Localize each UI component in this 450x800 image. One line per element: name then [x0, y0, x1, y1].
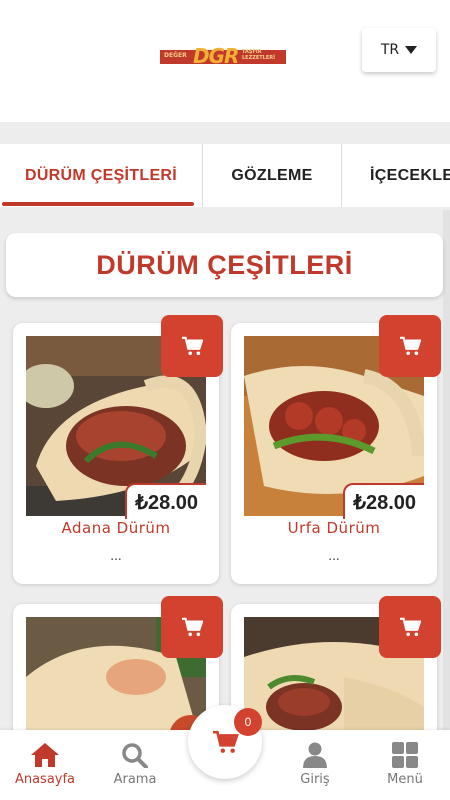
product-name[interactable]: Urfa Dürüm: [231, 519, 437, 537]
home-icon: [31, 743, 59, 767]
nav-home[interactable]: Anasayfa: [0, 730, 90, 800]
add-to-cart-button[interactable]: [379, 315, 441, 377]
logo-text-bottom: TAŞFIR LEZZETLERİ: [242, 49, 275, 61]
nav-search[interactable]: Arama: [90, 730, 180, 800]
tab-icecekler[interactable]: İÇECEKLE: [342, 144, 450, 207]
logo-monogram: DGR: [193, 44, 239, 68]
add-to-cart-button[interactable]: [161, 596, 223, 658]
cart-count-badge: 0: [234, 708, 262, 736]
cart-icon: [400, 617, 421, 637]
tab-durum-cesitleri[interactable]: DÜRÜM ÇEŞİTLERİ: [0, 144, 202, 207]
product-card[interactable]: ₺28.00 Adana Dürüm ...: [13, 315, 223, 584]
cart-icon: [213, 730, 239, 753]
cart-icon: [182, 336, 203, 356]
nav-label: Giriş: [300, 772, 330, 787]
nav-menu[interactable]: Menü: [360, 730, 450, 800]
language-label: TR: [380, 42, 400, 58]
active-tab-indicator: [2, 202, 194, 206]
logo-text-top: DEĞER: [164, 52, 187, 59]
language-selector[interactable]: TR: [362, 28, 436, 72]
product-price: ₺28.00: [125, 483, 206, 519]
nav-label: Arama: [113, 772, 157, 787]
nav-label: Anasayfa: [14, 772, 76, 787]
grid-icon: [392, 742, 418, 768]
app-header: DEĞER DGR TAŞFIR LEZZETLERİ TR: [0, 0, 450, 122]
cart-icon: [182, 617, 203, 637]
product-card[interactable]: ₺28.00 Urfa Dürüm ...: [231, 315, 441, 584]
section-title: DÜRÜM ÇEŞİTLERİ: [6, 233, 443, 297]
add-to-cart-button[interactable]: [379, 596, 441, 658]
product-description: ...: [328, 549, 340, 563]
product-name[interactable]: Adana Dürüm: [13, 519, 219, 537]
user-icon: [303, 742, 327, 768]
search-icon: [122, 743, 148, 768]
nav-login[interactable]: Giriş: [270, 730, 360, 800]
tab-gozleme[interactable]: GÖZLEME: [203, 144, 341, 207]
scrollbar[interactable]: [443, 210, 450, 800]
add-to-cart-button[interactable]: [161, 315, 223, 377]
product-price: ₺28.00: [343, 483, 424, 519]
caret-down-icon: [405, 46, 418, 54]
product-description: ...: [110, 549, 122, 563]
category-tabs: DÜRÜM ÇEŞİTLERİ GÖZLEME İÇECEKLE: [0, 144, 450, 207]
brand-logo: DEĞER DGR TAŞFIR LEZZETLERİ: [160, 45, 286, 67]
nav-label: Menü: [387, 772, 423, 787]
cart-icon: [400, 336, 421, 356]
